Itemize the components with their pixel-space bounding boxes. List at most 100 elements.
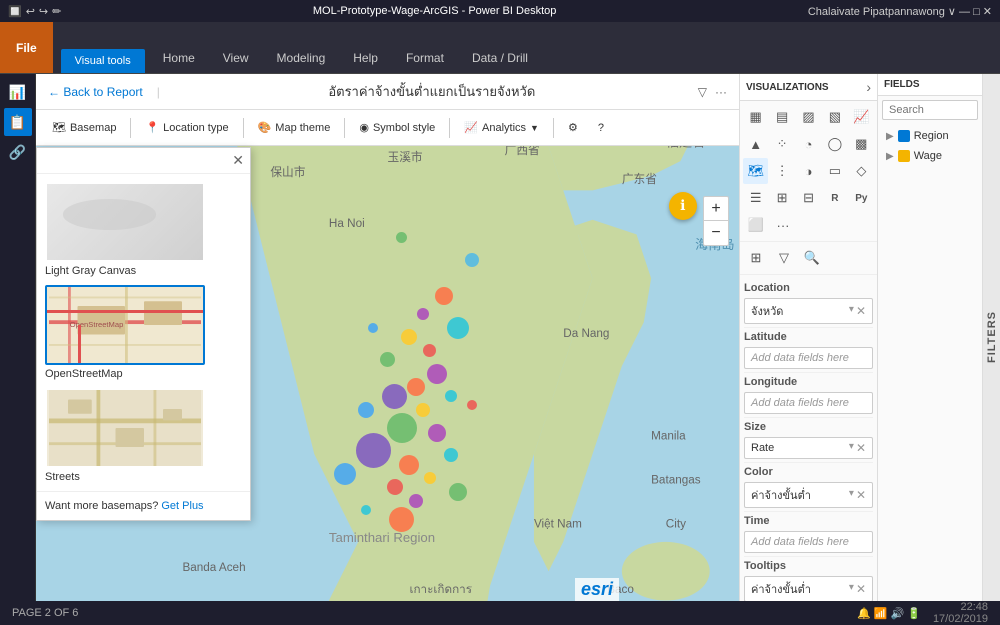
field-actions: ▾ ✕ (849, 304, 866, 318)
latitude-field-box[interactable]: Add data fields here (744, 347, 873, 369)
modeling-tab[interactable]: Modeling (263, 45, 340, 73)
page-indicator: PAGE 2 OF 6 (12, 607, 78, 619)
viz-map[interactable]: 🗺 (743, 158, 768, 184)
field-group-wage-header[interactable]: ▶ Wage (886, 148, 974, 164)
back-button[interactable]: ← Back to Report (48, 85, 143, 99)
viz-donut[interactable]: ◯ (822, 131, 847, 157)
info-button[interactable]: ℹ (669, 192, 697, 220)
symbol-style-button[interactable]: ◉ Symbol style (351, 117, 443, 138)
visual-tools-tab[interactable]: Visual tools (61, 49, 145, 73)
viz-slicer[interactable]: ☰ (743, 185, 768, 211)
viz-row-1: ▦ ▤ ▨ ▧ 📈 (743, 104, 874, 130)
viz-stacked-bar[interactable]: ▦ (743, 104, 768, 130)
window-controls[interactable]: Chalaivate Pipatpannawong ∨ — □ ✕ (808, 5, 992, 18)
basemap-item-gray[interactable]: Light Gray Canvas (45, 182, 242, 277)
redo-icon[interactable]: ↪ (39, 5, 48, 18)
format-tab[interactable]: Format (392, 45, 458, 73)
basemap-button[interactable]: 🗺 Basemap (44, 117, 124, 138)
basemap-close-icon[interactable]: ✕ (232, 152, 244, 169)
report-header: ← Back to Report | อัตราค่าจ้างขั้นต่ำแย… (36, 74, 739, 110)
viz-r-visual[interactable]: R (822, 185, 847, 211)
viz-area[interactable]: ▲ (743, 131, 768, 157)
viz-clustered-column[interactable]: ▧ (822, 104, 847, 130)
size-field-box[interactable]: Rate ▾ ✕ (744, 437, 873, 459)
wage-chevron-icon: ▶ (886, 151, 894, 162)
size-dropdown-icon[interactable]: ▾ (849, 441, 854, 455)
basemap-item-osm[interactable]: OpenStreetMap OpenStreetMap (45, 285, 242, 380)
viz-row-2: ▲ ⁘ ◔ ◯ ▩ (743, 131, 874, 157)
viz-table[interactable]: ⊞ (769, 185, 794, 211)
zoom-out-button[interactable]: − (704, 221, 728, 245)
report-icon[interactable]: 📊 (4, 78, 32, 106)
viz-gauge[interactable]: ◑ (796, 158, 821, 184)
viz-matrix[interactable]: ⊟ (796, 185, 821, 211)
panel-table-icon[interactable]: ⊞ (743, 245, 769, 271)
toolbar-divider-4 (449, 118, 450, 138)
time-field-box[interactable]: Add data fields here (744, 531, 873, 553)
viz-stacked-column[interactable]: ▨ (796, 104, 821, 130)
data-drill-tab[interactable]: Data / Drill (458, 45, 542, 73)
fields-search (878, 96, 982, 124)
viz-panel-header: VISUALIZATIONS › (740, 74, 877, 101)
map-theme-button[interactable]: 🎨 Map theme (250, 117, 339, 138)
toolbar-divider-1 (130, 118, 131, 138)
fields-search-input[interactable] (882, 100, 978, 120)
data-icon[interactable]: 📋 (4, 108, 32, 136)
gear-button[interactable]: ⚙ (560, 117, 586, 138)
analytics-dropdown-icon: ▼ (530, 123, 539, 133)
viz-clustered-bar[interactable]: ▤ (769, 104, 794, 130)
viz-kpi[interactable]: ◇ (849, 158, 874, 184)
viz-scatter[interactable]: ⁘ (769, 131, 794, 157)
basemap-thumb-streets (45, 388, 205, 468)
viz-pie[interactable]: ◔ (796, 131, 821, 157)
viz-line[interactable]: 📈 (849, 104, 874, 130)
viz-more[interactable]: ··· (770, 212, 796, 238)
basemap-label-osm: OpenStreetMap (45, 368, 242, 380)
viz-python[interactable]: Py (849, 185, 874, 211)
field-group-region: ▶ Region (886, 128, 974, 144)
svg-text:City: City (666, 517, 686, 530)
basemap-item-streets[interactable]: Streets (45, 388, 242, 483)
analytics-icon: 📈 (464, 121, 478, 134)
svg-text:玉溪市: 玉溪市 (388, 150, 423, 164)
zoom-in-button[interactable]: + (704, 197, 728, 221)
file-tab[interactable]: File (0, 22, 53, 73)
more-icon[interactable]: ··· (715, 85, 727, 99)
svg-text:Taminthari Region: Taminthari Region (329, 530, 435, 545)
viz-row-3: 🗺 ⋮ ◑ ▭ ◇ (743, 158, 874, 184)
model-icon[interactable]: 🔗 (4, 138, 32, 166)
viz-expand-icon[interactable]: › (866, 79, 871, 95)
location-dropdown-icon[interactable]: ▾ (849, 304, 854, 318)
wage-icon (898, 150, 910, 162)
location-type-button[interactable]: 📍 Location type (137, 117, 236, 138)
help-button[interactable]: ? (590, 118, 612, 138)
filter-icon[interactable]: ▽ (698, 85, 707, 99)
size-remove-icon[interactable]: ✕ (856, 441, 866, 455)
viz-custom[interactable]: ⬜ (743, 212, 769, 238)
analytics-button[interactable]: 📈 Analytics ▼ (456, 117, 547, 138)
home-tab[interactable]: Home (149, 45, 209, 73)
viz-treemap[interactable]: ▩ (849, 131, 874, 157)
location-remove-icon[interactable]: ✕ (856, 304, 866, 318)
color-field-box[interactable]: ค่าจ้างขั้นต่ำ ▾ ✕ (744, 482, 873, 508)
viz-funnel[interactable]: ⋮ (769, 158, 794, 184)
tooltips-remove-icon[interactable]: ✕ (856, 582, 866, 596)
view-tab[interactable]: View (209, 45, 263, 73)
color-dropdown-icon[interactable]: ▾ (849, 488, 854, 502)
tooltips-dropdown-icon[interactable]: ▾ (849, 582, 854, 596)
color-remove-icon[interactable]: ✕ (856, 488, 866, 502)
location-field-box[interactable]: จังหวัด ▾ ✕ (744, 298, 873, 324)
fields-list: ▶ Region ▶ Wage (878, 124, 982, 601)
help-tab[interactable]: Help (339, 45, 392, 73)
undo-icon[interactable]: ↩ (26, 5, 35, 18)
size-section: Size Rate ▾ ✕ (744, 418, 873, 463)
tooltips-field-box[interactable]: ค่าจ้างขั้นต่ำ ▾ ✕ (744, 576, 873, 601)
field-group-region-header[interactable]: ▶ Region (886, 128, 974, 144)
panel-filter-icon[interactable]: ▽ (771, 245, 797, 271)
svg-text:福建省: 福建省 (666, 146, 706, 149)
longitude-field-box[interactable]: Add data fields here (744, 392, 873, 414)
viz-card[interactable]: ▭ (822, 158, 847, 184)
get-plus-link[interactable]: Get Plus (161, 500, 203, 512)
basemap-thumb-gray (45, 182, 205, 262)
panel-format-icon[interactable]: 🔍 (799, 245, 825, 271)
